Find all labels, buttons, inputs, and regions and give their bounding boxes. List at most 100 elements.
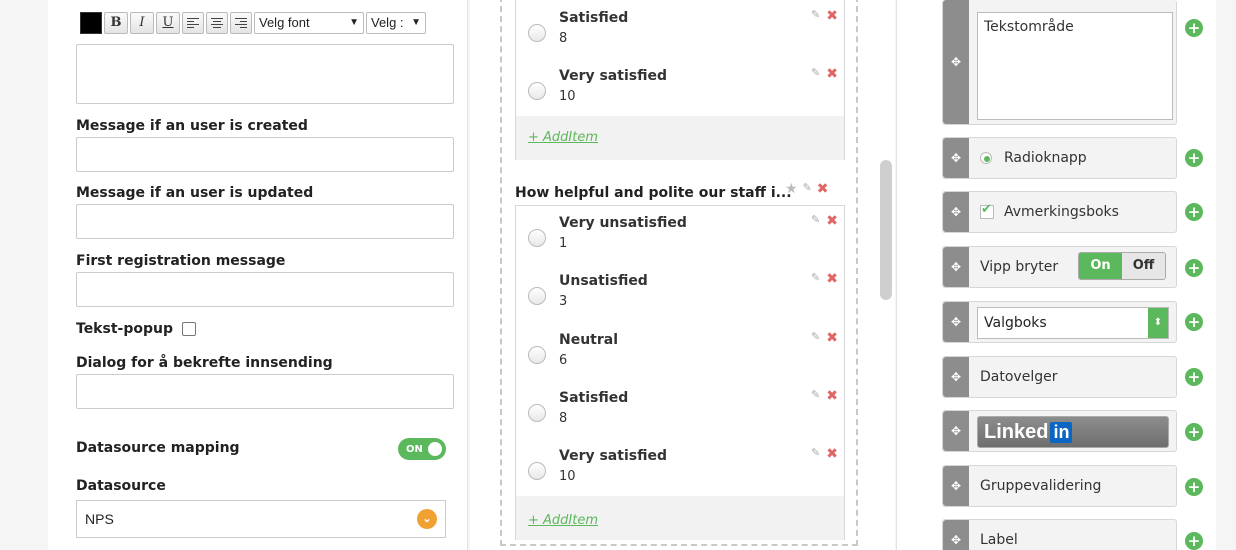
delete-icon[interactable]: ✖ [826, 446, 838, 462]
option-label: Satisfied [559, 390, 629, 406]
widget-group-validation[interactable]: ✥ Gruppevalidering [942, 465, 1177, 507]
widget-date-picker[interactable]: ✥ Datovelger [942, 356, 1177, 398]
drag-handle-icon[interactable]: ✥ [943, 247, 969, 287]
radio-icon [980, 152, 992, 164]
text-popup-checkbox[interactable] [182, 322, 196, 336]
list-item: Very unsatisfied 1 ✎ ✖ [528, 211, 838, 261]
widget-radio[interactable]: ✥ Radioknapp [942, 137, 1177, 179]
align-center-icon[interactable] [206, 12, 228, 34]
first-registration-input[interactable] [76, 272, 454, 307]
list-item: Unsatisfied 3 ✎ ✖ [528, 269, 838, 319]
pencil-icon[interactable]: ✎ [811, 66, 820, 82]
list-item: Satisfied 8 ✎ ✖ [528, 386, 838, 436]
select-preview[interactable]: Valgboks ⬍ [977, 307, 1169, 339]
drag-handle-icon[interactable]: ✥ [943, 192, 969, 232]
star-icon[interactable]: ★ [785, 181, 798, 197]
datasource-value: NPS [85, 511, 114, 527]
add-widget-icon[interactable]: + [1185, 532, 1203, 550]
delete-icon[interactable]: ✖ [826, 330, 838, 346]
add-widget-icon[interactable]: + [1185, 313, 1203, 331]
datasource-label: Datasource [76, 478, 166, 494]
size-select[interactable]: Velg : ▼ [366, 12, 426, 34]
switch-on[interactable]: On [1079, 253, 1122, 279]
radio-option[interactable] [528, 229, 546, 247]
option-label: Very unsatisfied [559, 215, 687, 231]
radio-option[interactable] [528, 346, 546, 364]
on-off-switch[interactable]: On Off [1078, 252, 1166, 280]
add-widget-icon[interactable]: + [1185, 203, 1203, 221]
datasource-mapping-label: Datasource mapping [76, 440, 240, 456]
underline-button[interactable]: U [156, 12, 180, 34]
question-tools: ★ ✎ ✖ [785, 181, 829, 197]
radio-option[interactable] [528, 287, 546, 305]
confirm-dialog-input[interactable] [76, 374, 454, 409]
option-value: 3 [559, 294, 568, 309]
rich-text-editor[interactable] [76, 44, 454, 104]
delete-icon[interactable]: ✖ [826, 271, 838, 287]
delete-icon[interactable]: ✖ [826, 213, 838, 229]
font-select[interactable]: Velg font ▼ [254, 12, 364, 34]
msg-created-input[interactable] [76, 137, 454, 172]
drag-handle-icon[interactable]: ✥ [943, 302, 969, 342]
widget-checkbox[interactable]: ✥ Avmerkingsboks [942, 191, 1177, 233]
linkedin-text: Linked [984, 420, 1049, 443]
size-select-value: Velg : [371, 15, 404, 30]
scrollbar-thumb[interactable] [880, 160, 892, 300]
widget-label: Radioknapp [1004, 150, 1087, 166]
delete-icon[interactable]: ✖ [826, 8, 838, 24]
align-right-icon[interactable] [230, 12, 252, 34]
list-item: Very satisfied 10 ✎ ✖ [528, 444, 838, 494]
delete-icon[interactable]: ✖ [826, 388, 838, 404]
datasource-mapping-toggle[interactable]: ON [398, 438, 446, 460]
rich-text-toolbar: B I U Velg font ▼ Velg : ▼ [80, 10, 426, 36]
chevron-updown-icon: ⬍ [1148, 308, 1168, 338]
pencil-icon[interactable]: ✎ [811, 8, 820, 24]
add-widget-icon[interactable]: + [1185, 423, 1203, 441]
drag-handle-icon[interactable]: ✥ [943, 138, 969, 178]
chevron-down-icon: ▼ [349, 17, 359, 28]
drag-handle-icon[interactable]: ✥ [943, 411, 969, 451]
delete-icon[interactable]: ✖ [826, 66, 838, 82]
pencil-icon[interactable]: ✎ [811, 388, 820, 404]
question-title: How helpful and polite our staff i... [515, 185, 792, 201]
pencil-icon[interactable]: ✎ [811, 271, 820, 287]
pencil-icon[interactable]: ✎ [803, 181, 812, 197]
delete-icon[interactable]: ✖ [817, 181, 829, 197]
option-value: 10 [559, 469, 576, 484]
drag-handle-icon[interactable]: ✥ [943, 520, 969, 550]
text-color-picker[interactable] [80, 12, 102, 34]
font-select-value: Velg font [259, 15, 310, 30]
confirm-dialog-label: Dialog for å bekrefte innsending [76, 355, 333, 371]
msg-updated-input[interactable] [76, 204, 454, 239]
textarea-preview: Tekstområde [977, 12, 1173, 120]
option-label: Very satisfied [559, 448, 667, 464]
drag-handle-icon[interactable]: ✥ [943, 357, 969, 397]
widget-label: Gruppevalidering [980, 478, 1102, 494]
drag-handle-icon[interactable]: ✥ [943, 466, 969, 506]
option-label: Satisfied [559, 10, 629, 26]
option-value: 10 [559, 89, 576, 104]
add-widget-icon[interactable]: + [1185, 149, 1203, 167]
radio-option[interactable] [528, 82, 546, 100]
add-widget-icon[interactable]: + [1185, 259, 1203, 277]
italic-button[interactable]: I [130, 12, 154, 34]
add-widget-icon[interactable]: + [1185, 19, 1203, 37]
datasource-select[interactable]: NPS ⌄ [76, 500, 446, 538]
pencil-icon[interactable]: ✎ [811, 330, 820, 346]
option-label: Very satisfied [559, 68, 667, 84]
add-widget-icon[interactable]: + [1185, 478, 1203, 496]
drag-handle-icon[interactable]: ✥ [943, 0, 969, 124]
bold-button[interactable]: B [104, 12, 128, 34]
align-left-icon[interactable] [182, 12, 204, 34]
option-value: 8 [559, 411, 568, 426]
radio-option[interactable] [528, 24, 546, 42]
pencil-icon[interactable]: ✎ [811, 446, 820, 462]
pencil-icon[interactable]: ✎ [811, 213, 820, 229]
add-widget-icon[interactable]: + [1185, 368, 1203, 386]
add-item-link[interactable]: + AddItem [528, 513, 598, 528]
switch-off[interactable]: Off [1122, 253, 1165, 279]
radio-option[interactable] [528, 404, 546, 422]
add-item-link[interactable]: + AddItem [528, 130, 598, 145]
widget-label[interactable]: ✥ Label [942, 519, 1177, 550]
radio-option[interactable] [528, 462, 546, 480]
